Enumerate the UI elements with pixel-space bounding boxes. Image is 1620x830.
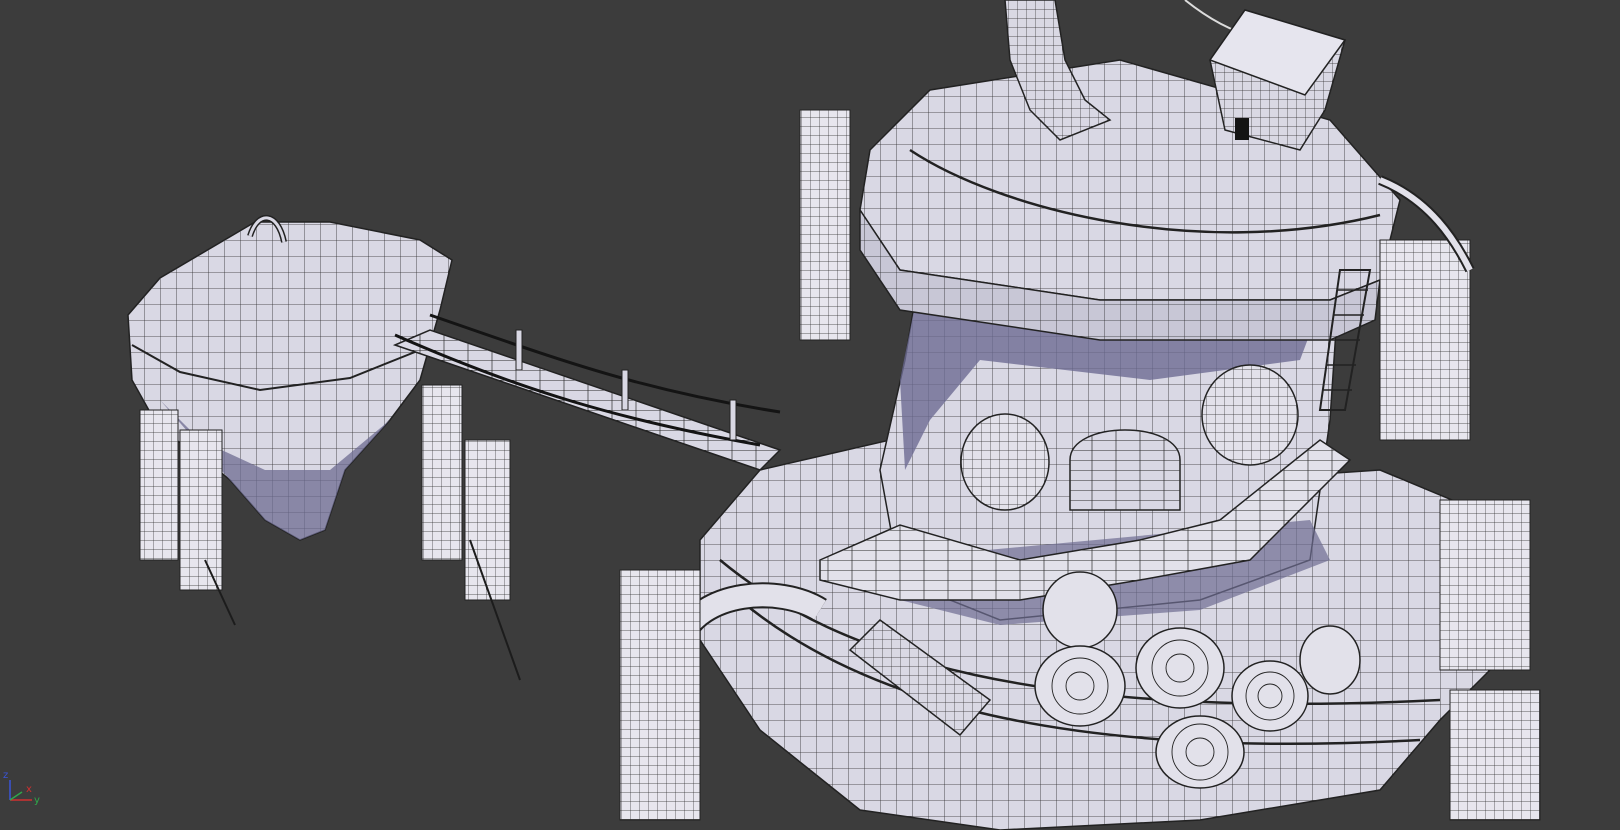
axis-z-label: z xyxy=(3,770,8,781)
wireframe-scene[interactable]: y z x xyxy=(0,0,1620,830)
round-door[interactable] xyxy=(1069,429,1181,511)
dome-right xyxy=(1201,364,1299,466)
3d-viewport[interactable]: y z x xyxy=(0,0,1620,830)
axis-y-label: y xyxy=(34,795,40,806)
dome-left xyxy=(960,413,1050,511)
axis-gizmo: y z x xyxy=(3,770,40,806)
island-vines-right xyxy=(421,384,521,681)
axis-x-label: x xyxy=(26,784,32,795)
island-vines-left xyxy=(139,409,236,626)
